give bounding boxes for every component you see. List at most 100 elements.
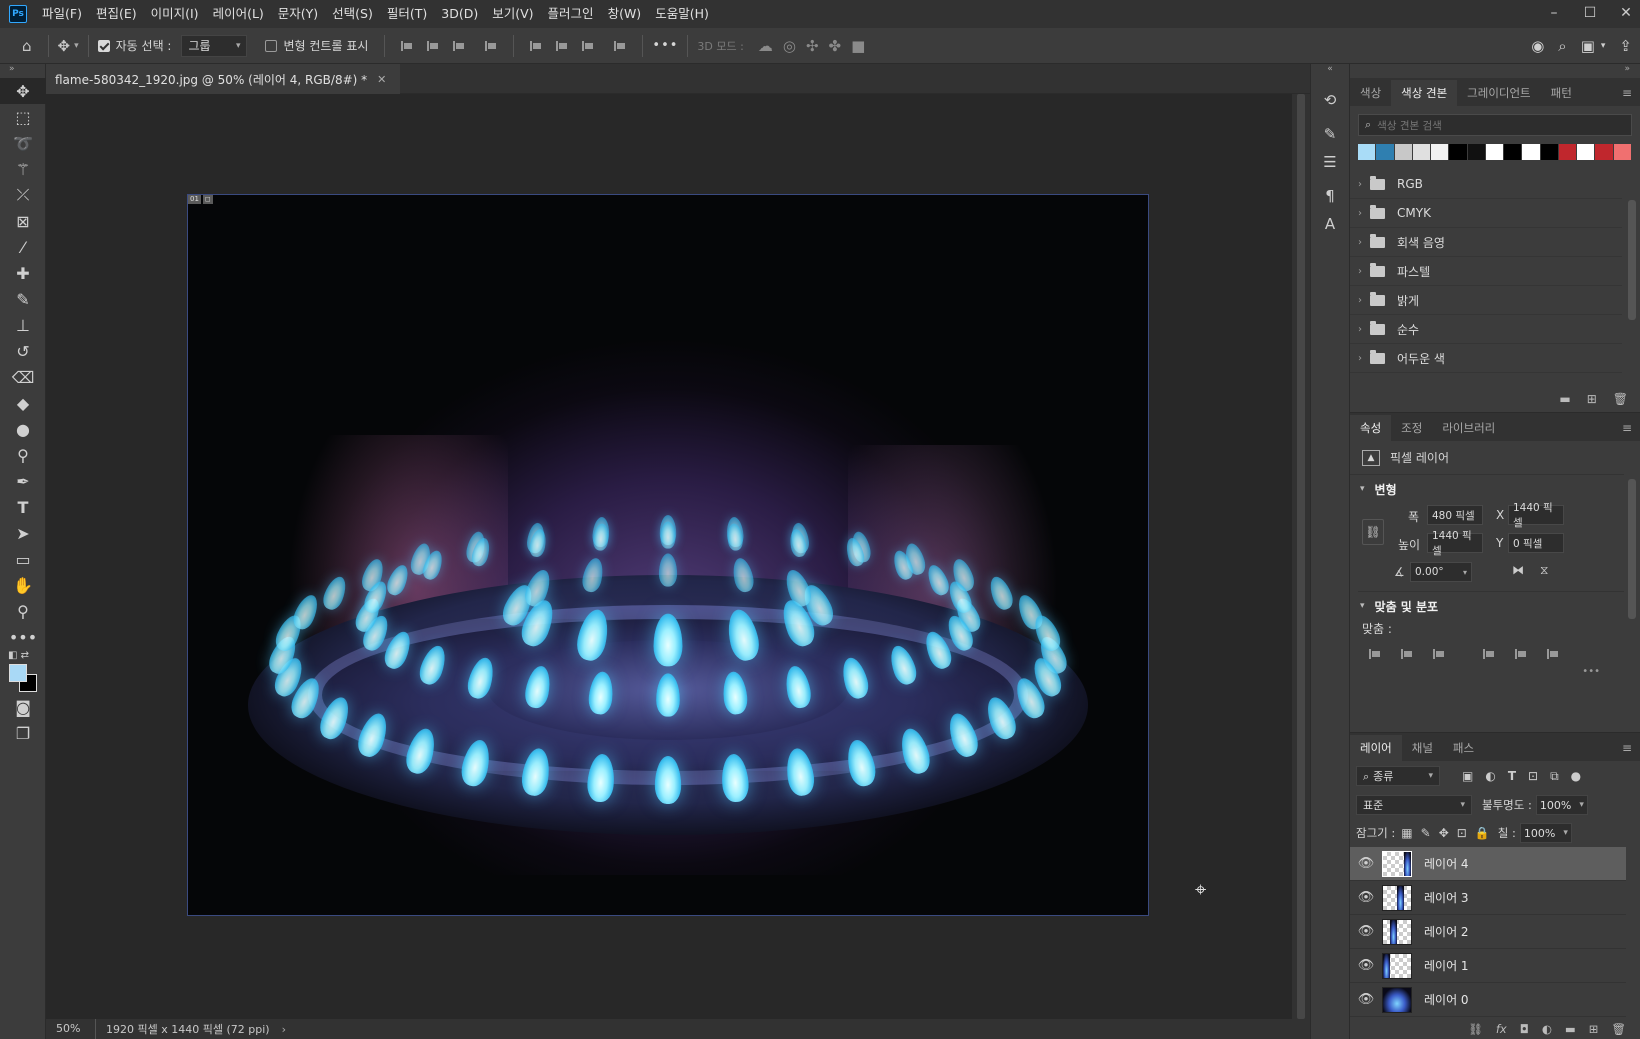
panel-menu-icon[interactable]: ≡: [1622, 86, 1632, 100]
color-swatch[interactable]: [1577, 144, 1595, 160]
paragraph-panel-icon[interactable]: ¶: [1311, 182, 1349, 210]
filter-adjustment-icon[interactable]: ◐: [1485, 769, 1495, 783]
color-swatch[interactable]: [1522, 144, 1540, 160]
more-options-button[interactable]: •••: [652, 38, 678, 53]
default-colors-icon[interactable]: ◧ ⇄: [8, 650, 29, 661]
align-hcenter-icon[interactable]: [426, 39, 440, 53]
layer-row[interactable]: 👁 레이어 4: [1350, 847, 1626, 881]
rectangle-tool-icon[interactable]: ▭: [0, 546, 46, 572]
workspace-chevron-icon[interactable]: ▾: [1601, 41, 1606, 51]
zoom-level[interactable]: 50%: [46, 1019, 96, 1039]
panel-menu-icon[interactable]: ≡: [1622, 741, 1632, 755]
menu-item[interactable]: 플러그인: [541, 0, 601, 28]
tab-libraries[interactable]: 라이브러리: [1432, 415, 1505, 441]
blur-tool-icon[interactable]: ●: [0, 416, 46, 442]
edit-toolbar-icon[interactable]: •••: [0, 624, 46, 650]
layer-row[interactable]: 👁 레이어 3: [1350, 881, 1626, 915]
menu-item[interactable]: 편집(E): [89, 0, 144, 28]
new-group-icon[interactable]: ▬: [1565, 1022, 1576, 1036]
swatch-group[interactable]: › 밝게: [1350, 286, 1622, 315]
share-icon[interactable]: ⇪: [1619, 37, 1632, 55]
layer-row[interactable]: 👁 레이어 2: [1350, 915, 1626, 949]
document-tab[interactable]: flame-580342_1920.jpg @ 50% (레이어 4, RGB/…: [46, 64, 401, 94]
filter-type-icon[interactable]: T: [1508, 769, 1516, 783]
new-layer-icon[interactable]: ⊞: [1589, 1022, 1599, 1036]
brush-settings-panel-icon[interactable]: ✎: [1311, 120, 1349, 148]
healing-brush-tool-icon[interactable]: ✚: [0, 260, 46, 286]
new-swatch-icon[interactable]: ⊞: [1587, 392, 1597, 406]
align-section-title[interactable]: ▾ 맞춤 및 분포: [1350, 592, 1640, 620]
flip-vertical-icon[interactable]: ⧖: [1540, 563, 1548, 578]
paint-bucket-tool-icon[interactable]: ◆: [0, 390, 46, 416]
menu-item[interactable]: 보기(V): [485, 0, 540, 28]
adjustment-layer-icon[interactable]: ◐: [1542, 1022, 1552, 1036]
align-more-button[interactable]: •••: [1350, 666, 1640, 684]
scrollbar-thumb[interactable]: [1297, 94, 1305, 1019]
color-swatch[interactable]: [1376, 144, 1394, 160]
blend-mode-dropdown[interactable]: 표준 ▾: [1356, 795, 1472, 815]
dodge-tool-icon[interactable]: ⚲: [0, 442, 46, 468]
layer-style-fx-icon[interactable]: fx: [1496, 1022, 1507, 1036]
menu-item[interactable]: 파일(F): [35, 0, 89, 28]
frame-tool-icon[interactable]: ⊠: [0, 208, 46, 234]
swatch-group[interactable]: › 순수: [1350, 315, 1622, 344]
color-swatch[interactable]: [1412, 144, 1431, 160]
lock-pixels-icon[interactable]: ✎: [1421, 826, 1431, 840]
properties-scrollbar[interactable]: [1628, 469, 1636, 699]
props-align-top-icon[interactable]: [1482, 647, 1496, 661]
color-swatch[interactable]: [1394, 144, 1412, 160]
height-field[interactable]: 1440 픽셀: [1427, 530, 1483, 557]
3d-camera-icon[interactable]: ■: [851, 37, 865, 55]
color-swatch[interactable]: [1595, 144, 1613, 160]
color-swatch[interactable]: [1449, 144, 1467, 160]
swatch-group[interactable]: › 회색 음영: [1350, 228, 1622, 257]
visibility-eye-icon[interactable]: 👁: [1350, 924, 1382, 939]
new-group-icon[interactable]: ▬: [1559, 392, 1570, 406]
pen-tool-icon[interactable]: ✒: [0, 468, 46, 494]
color-swatch[interactable]: [1485, 144, 1504, 160]
transform-controls-checkbox[interactable]: 변형 컨트롤 표시: [265, 37, 368, 54]
clone-stamp-tool-icon[interactable]: ⊥: [0, 312, 46, 338]
x-position-field[interactable]: 1440 픽셀: [1508, 502, 1564, 529]
learn-icon[interactable]: ◉: [1531, 37, 1544, 55]
filter-smart-object-icon[interactable]: ⧉: [1550, 769, 1559, 784]
rotation-angle-field[interactable]: 0.00° ▾: [1410, 562, 1472, 582]
props-align-right-icon[interactable]: [1432, 647, 1446, 661]
visibility-eye-icon[interactable]: 👁: [1350, 856, 1382, 871]
delete-layer-icon[interactable]: 🗑: [1611, 1022, 1626, 1036]
tab-properties[interactable]: 속성: [1350, 415, 1392, 441]
canvas-image[interactable]: [187, 194, 1149, 916]
swatch-group[interactable]: › 파스텔: [1350, 257, 1622, 286]
props-align-bottom-icon[interactable]: [1546, 647, 1560, 661]
color-swatch[interactable]: [1358, 144, 1376, 160]
lock-all-icon[interactable]: 🔒: [1475, 826, 1490, 840]
3d-roll-icon[interactable]: ◎: [783, 37, 796, 55]
screen-mode-icon[interactable]: ❐: [0, 720, 46, 746]
color-swatch[interactable]: [1540, 144, 1558, 160]
tab-channels[interactable]: 채널: [1402, 735, 1443, 761]
swatch-group[interactable]: › 어두운 색: [1350, 344, 1622, 373]
layer-row[interactable]: 👁 레이어 1: [1350, 949, 1626, 983]
filter-pixel-icon[interactable]: ▣: [1462, 769, 1473, 783]
close-window-button[interactable]: ✕: [1612, 0, 1640, 28]
menu-item[interactable]: 필터(T): [380, 0, 434, 28]
type-tool-icon[interactable]: T: [0, 494, 46, 520]
lock-transparent-icon[interactable]: ▦: [1401, 826, 1412, 840]
tab-gradients[interactable]: 그레이디언트: [1457, 80, 1540, 106]
menu-item[interactable]: 도움말(H): [648, 0, 716, 28]
eyedropper-tool-icon[interactable]: ⁄: [0, 234, 46, 260]
close-document-icon[interactable]: ✕: [377, 73, 386, 86]
filter-shape-icon[interactable]: ⊡: [1528, 769, 1538, 783]
color-swatch[interactable]: [1467, 144, 1485, 160]
align-left-icon[interactable]: [400, 39, 414, 53]
character-panel-icon[interactable]: A: [1311, 210, 1349, 238]
props-align-hcenter-icon[interactable]: [1400, 647, 1414, 661]
object-select-tool-icon[interactable]: ⤫: [0, 182, 46, 208]
distribute-horizontal-icon[interactable]: [613, 39, 627, 53]
quick-mask-icon[interactable]: ◙: [0, 694, 46, 720]
add-mask-icon[interactable]: ◘: [1520, 1022, 1529, 1036]
swatch-group[interactable]: › CMYK: [1350, 199, 1622, 228]
3d-slide-icon[interactable]: ✤: [829, 37, 842, 55]
layer-filter-dropdown[interactable]: ⌕ 종류 ▾: [1356, 766, 1440, 786]
hand-tool-icon[interactable]: ✋: [0, 572, 46, 598]
